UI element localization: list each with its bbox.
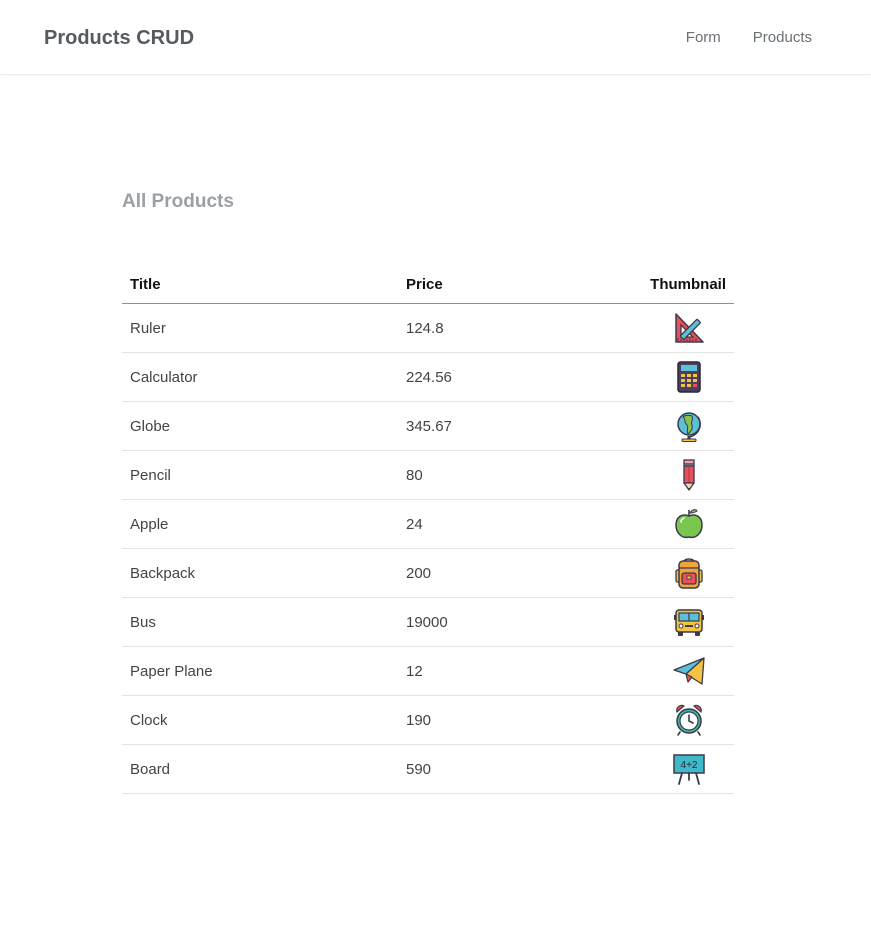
product-title: Pencil bbox=[122, 450, 398, 500]
product-title: Ruler bbox=[122, 303, 398, 353]
chalkboard-icon: 4+2 bbox=[672, 752, 706, 786]
product-price: 19000 bbox=[398, 597, 614, 647]
paper-plane-icon bbox=[672, 654, 706, 688]
page-title: All Products bbox=[122, 191, 234, 212]
calculator-icon bbox=[672, 360, 706, 394]
table-row: Bus 19000 bbox=[122, 597, 734, 647]
table-row: Backpack 200 bbox=[122, 548, 734, 598]
product-title: Bus bbox=[122, 597, 398, 647]
school-bus-icon bbox=[672, 605, 706, 639]
alarm-clock-icon bbox=[672, 703, 706, 737]
nav-links: Form Products bbox=[686, 27, 812, 49]
board-text: 4+2 bbox=[681, 760, 698, 771]
nav-link-products[interactable]: Products bbox=[753, 27, 812, 49]
product-title: Paper Plane bbox=[122, 646, 398, 696]
product-title: Apple bbox=[122, 499, 398, 549]
column-header-thumbnail: Thumbnail bbox=[614, 266, 734, 304]
backpack-icon bbox=[672, 556, 706, 590]
table-row: Ruler 124.8 bbox=[122, 303, 734, 353]
product-title: Globe bbox=[122, 401, 398, 451]
product-price: 345.67 bbox=[398, 401, 614, 451]
nav-link-form[interactable]: Form bbox=[686, 27, 721, 49]
table-header-row: Title Price Thumbnail bbox=[122, 266, 734, 304]
product-price: 224.56 bbox=[398, 352, 614, 402]
table-row: Paper Plane 12 bbox=[122, 646, 734, 696]
pencil-icon bbox=[672, 458, 706, 492]
product-price: 200 bbox=[398, 548, 614, 598]
navbar: Products CRUD Form Products bbox=[0, 0, 871, 75]
column-header-price: Price bbox=[398, 266, 614, 304]
product-price: 80 bbox=[398, 450, 614, 500]
brand-link[interactable]: Products CRUD bbox=[44, 25, 194, 51]
product-title: Backpack bbox=[122, 548, 398, 598]
product-price: 190 bbox=[398, 695, 614, 745]
apple-icon bbox=[672, 507, 706, 541]
product-price: 124.8 bbox=[398, 303, 614, 353]
table-row: Clock 190 bbox=[122, 695, 734, 745]
product-price: 24 bbox=[398, 499, 614, 549]
main-content: All Products Title Price Thumbnail Ruler… bbox=[122, 188, 734, 794]
products-table: Title Price Thumbnail Ruler 124.8 Calcul… bbox=[122, 266, 734, 794]
product-price: 12 bbox=[398, 646, 614, 696]
product-title: Clock bbox=[122, 695, 398, 745]
table-row: Pencil 80 bbox=[122, 450, 734, 500]
table-row: Board 590 4+2 bbox=[122, 744, 734, 794]
ruler-triangle-icon bbox=[672, 311, 706, 345]
column-header-title: Title bbox=[122, 266, 398, 304]
table-row: Globe 345.67 bbox=[122, 401, 734, 451]
table-row: Calculator 224.56 bbox=[122, 352, 734, 402]
product-price: 590 bbox=[398, 744, 614, 794]
product-title: Calculator bbox=[122, 352, 398, 402]
table-row: Apple 24 bbox=[122, 499, 734, 549]
product-title: Board bbox=[122, 744, 398, 794]
globe-icon bbox=[672, 409, 706, 443]
